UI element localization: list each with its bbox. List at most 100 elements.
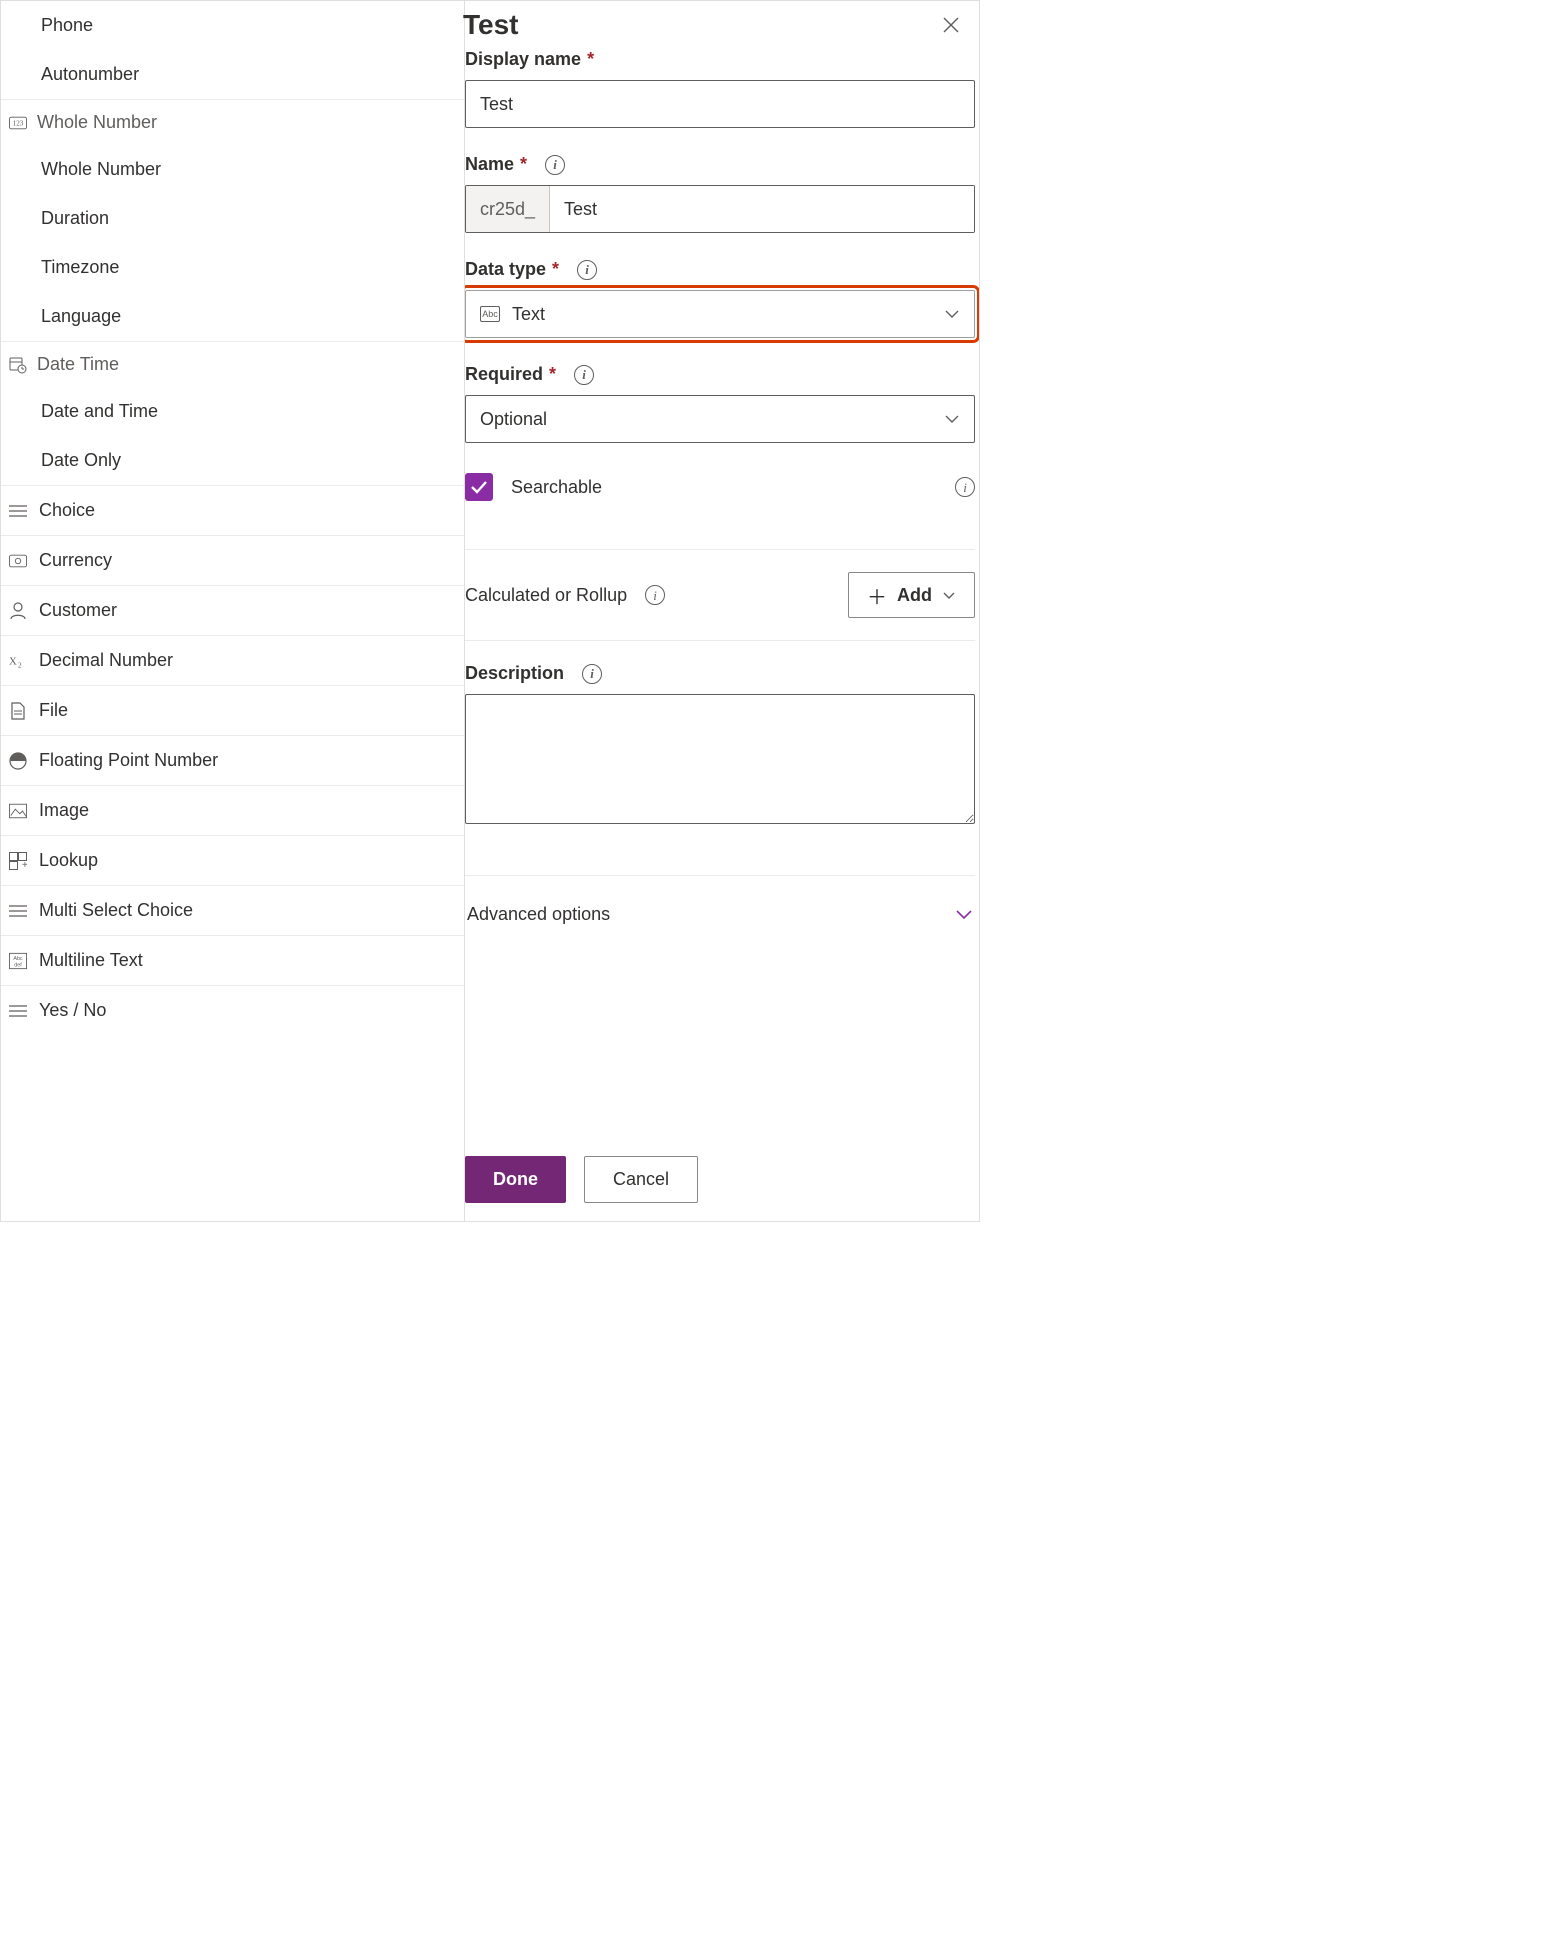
decimal-icon: X2 — [9, 652, 27, 670]
info-icon[interactable]: i — [574, 365, 594, 385]
svg-text:2: 2 — [18, 661, 22, 669]
add-button[interactable]: ＋ Add — [848, 572, 975, 618]
datatype-option-label: File — [39, 700, 68, 721]
chevron-down-icon — [944, 414, 960, 424]
data-type-picker[interactable]: Phone Autonumber 123 Whole Number Whole … — [1, 1, 465, 1221]
datatype-group-whole-number: 123 Whole Number Whole Number Duration T… — [1, 99, 464, 341]
datatype-option-label: Duration — [41, 208, 109, 229]
cancel-button[interactable]: Cancel — [584, 1156, 698, 1203]
datatype-option-whole-number[interactable]: Whole Number — [1, 145, 464, 194]
advanced-options-toggle[interactable]: Advanced options — [465, 898, 975, 931]
svg-text:X: X — [9, 655, 17, 667]
divider — [465, 549, 975, 550]
datatype-option-label: Choice — [39, 500, 95, 521]
required-label: Required * i — [465, 364, 594, 385]
datatype-option-label: Customer — [39, 600, 117, 621]
chevron-down-icon — [944, 309, 960, 319]
datatype-option-label: Multi Select Choice — [39, 900, 193, 921]
datatype-option-autonumber[interactable]: Autonumber — [1, 50, 464, 99]
searchable-label: Searchable — [511, 477, 602, 498]
datatype-option-date-only[interactable]: Date Only — [1, 436, 464, 485]
datatype-option-label: Date and Time — [41, 401, 158, 422]
close-icon — [942, 16, 960, 34]
calendar-clock-icon — [9, 356, 27, 374]
field-searchable: Searchable i — [465, 469, 975, 501]
datatype-option-label: Decimal Number — [39, 650, 173, 671]
chevron-down-icon — [942, 591, 956, 600]
app-root: Phone Autonumber 123 Whole Number Whole … — [0, 0, 980, 1222]
required-select[interactable]: Optional — [465, 395, 975, 443]
calc-rollup-label: Calculated or Rollup — [465, 585, 627, 606]
datatype-option-lookup[interactable]: + Lookup — [1, 835, 464, 885]
svg-text:def: def — [14, 962, 22, 968]
description-textarea[interactable] — [465, 694, 975, 824]
divider — [465, 875, 975, 876]
lookup-icon: + — [9, 852, 27, 870]
display-name-input[interactable] — [465, 80, 975, 128]
info-icon[interactable]: i — [955, 477, 975, 497]
description-label: Description i — [465, 663, 602, 684]
datatype-option-phone[interactable]: Phone — [1, 1, 464, 50]
info-icon[interactable]: i — [577, 260, 597, 280]
datatype-option-decimal-number[interactable]: X2 Decimal Number — [1, 635, 464, 685]
datatype-option-duration[interactable]: Duration — [1, 194, 464, 243]
svg-text:Abc: Abc — [13, 956, 23, 962]
datatype-option-label: Image — [39, 800, 89, 821]
file-icon — [9, 702, 27, 720]
datatype-option-customer[interactable]: Customer — [1, 585, 464, 635]
display-name-label: Display name * — [465, 49, 594, 70]
field-name: Name * i cr25d_ — [465, 154, 975, 233]
plus-icon: ＋ — [867, 581, 887, 610]
info-icon[interactable]: i — [645, 585, 665, 605]
datatype-option-timezone[interactable]: Timezone — [1, 243, 464, 292]
datatype-option-label: Timezone — [41, 257, 119, 278]
datatype-option-label: Multiline Text — [39, 950, 143, 971]
datatype-option-label: Date Only — [41, 450, 121, 471]
data-type-select[interactable]: Abc Text — [465, 290, 975, 338]
datatype-option-multi-select-choice[interactable]: Multi Select Choice — [1, 885, 464, 935]
datatype-option-language[interactable]: Language — [1, 292, 464, 341]
add-button-label: Add — [897, 585, 932, 606]
list-icon — [9, 902, 27, 920]
svg-text:123: 123 — [13, 119, 24, 127]
panel-header: Test — [465, 1, 979, 49]
datatype-option-choice[interactable]: Choice — [1, 485, 464, 535]
float-icon — [9, 752, 27, 770]
advanced-options-label: Advanced options — [467, 904, 610, 925]
abc-icon: Abc — [480, 306, 500, 322]
info-icon[interactable]: i — [545, 155, 565, 175]
panel-title: Test — [463, 9, 519, 41]
number-icon: 123 — [9, 114, 27, 132]
datatype-option-multiline-text[interactable]: Abcdef Multiline Text — [1, 935, 464, 985]
datatype-option-label: Floating Point Number — [39, 750, 218, 771]
info-icon[interactable]: i — [582, 664, 602, 684]
field-data-type: Data type * i Abc Text — [465, 259, 975, 338]
field-description: Description i — [465, 663, 975, 827]
currency-icon — [9, 552, 27, 570]
list-icon — [9, 1002, 27, 1020]
field-display-name: Display name * — [465, 49, 975, 128]
panel-body: Display name * Name * i cr25d_ — [465, 49, 979, 1221]
datatype-option-date-and-time[interactable]: Date and Time — [1, 387, 464, 436]
datatype-option-image[interactable]: Image — [1, 785, 464, 835]
done-button[interactable]: Done — [465, 1156, 566, 1203]
datatype-group-date-time: Date Time Date and Time Date Only — [1, 341, 464, 485]
datatype-option-currency[interactable]: Currency — [1, 535, 464, 585]
datatype-option-floating-point[interactable]: Floating Point Number — [1, 735, 464, 785]
field-calculated-rollup: Calculated or Rollup i ＋ Add — [465, 572, 975, 618]
name-input-wrapper: cr25d_ — [465, 185, 975, 233]
datatype-option-yes-no[interactable]: Yes / No — [1, 985, 464, 1035]
required-asterisk: * — [552, 259, 559, 280]
datatype-option-label: Phone — [41, 15, 93, 36]
required-asterisk: * — [587, 49, 594, 70]
searchable-checkbox[interactable] — [465, 473, 493, 501]
divider — [465, 640, 975, 641]
datatype-option-label: Autonumber — [41, 64, 139, 85]
datatype-option-file[interactable]: File — [1, 685, 464, 735]
close-button[interactable] — [935, 9, 967, 41]
datatype-option-label: Whole Number — [41, 159, 161, 180]
name-label: Name * i — [465, 154, 565, 175]
name-input[interactable] — [550, 186, 974, 232]
datatype-option-label: Lookup — [39, 850, 98, 871]
group-header-whole-number: 123 Whole Number — [1, 100, 464, 145]
